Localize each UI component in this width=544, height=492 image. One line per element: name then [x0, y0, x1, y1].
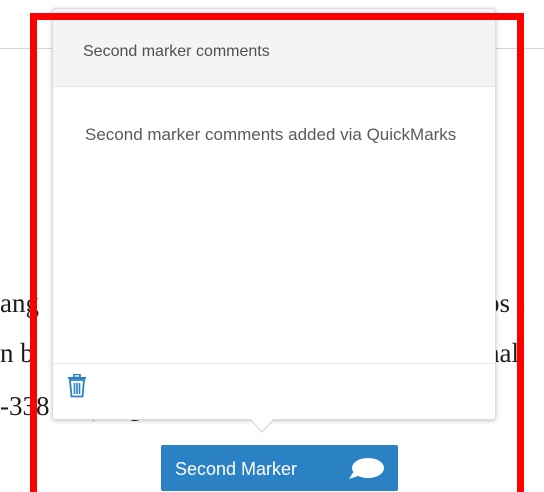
- comment-popup-footer: [53, 363, 495, 419]
- comment-popup-title: Second marker comments: [83, 43, 270, 60]
- second-marker-label: Second Marker: [175, 459, 298, 479]
- comment-popup-header: Second marker comments: [53, 9, 495, 87]
- trash-icon[interactable]: [67, 374, 87, 398]
- comment-popup: Second marker comments Second marker com…: [52, 8, 496, 420]
- second-marker-button[interactable]: Second Marker: [161, 445, 398, 491]
- document-text-fragment: ang: [0, 288, 39, 318]
- speech-bubble-icon: [349, 458, 384, 479]
- comment-text[interactable]: Second marker comments added via QuickMa…: [85, 122, 465, 148]
- document-text-fragment: n b: [0, 338, 34, 368]
